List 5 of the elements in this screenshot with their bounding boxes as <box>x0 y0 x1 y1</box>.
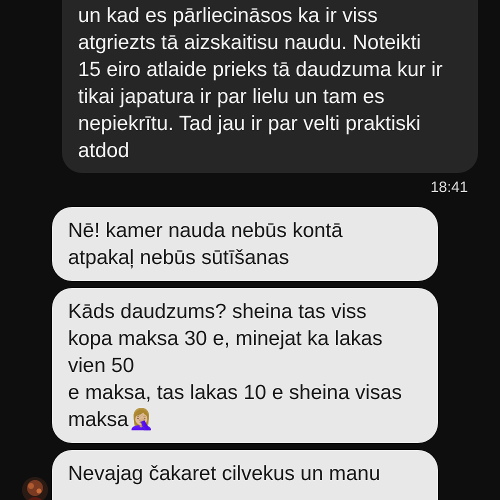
message-time: 18:41 <box>430 179 468 196</box>
message-bubble: un kad es pārliecināsos ka ir viss atgriezts tā aizskaitisu naudu. Noteikti 15 eiro atlaide prieks tā daudzuma kur ir tikai japatura ir par lielu un tam es nepiekrītu. Tad jau ir par velti praktiski atdod <box>62 0 478 173</box>
message-bubble: Kāds daudzums? sheina tas viss kopa maksa 30 e, minejat ka lakas vien 50 e maksa, tas lakas 10 e sheina visas maksa🤦🏼‍♀ <box>52 288 438 443</box>
message-bubble: Nevajag čakaret cilvekus un manu <box>52 450 438 500</box>
message-bubble: Nē! kamer nauda nebūs kontā atpakaļ nebūs sūtīšanas <box>52 207 438 281</box>
